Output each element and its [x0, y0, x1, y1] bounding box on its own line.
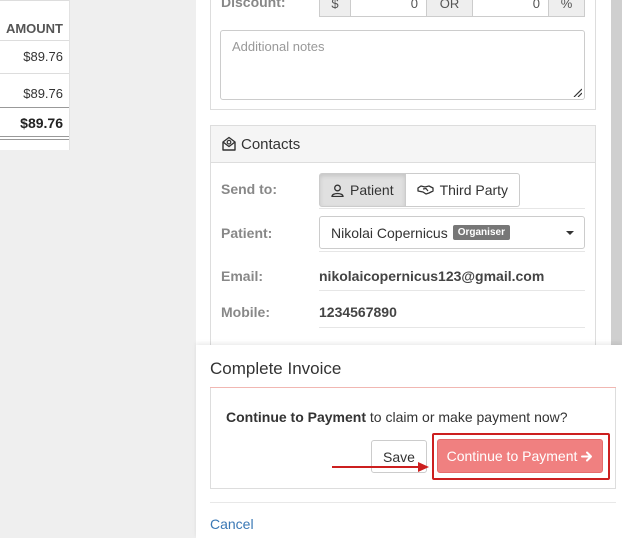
complete-invoice-title: Complete Invoice: [210, 359, 342, 378]
message-emphasis: Continue to Payment: [226, 409, 367, 425]
continue-to-payment-label: Continue to Payment: [446, 448, 578, 464]
email-label: Email:: [221, 268, 264, 284]
envelope-open-icon: [222, 136, 236, 151]
row-divider: [319, 327, 585, 328]
amount-total: $89.76: [20, 115, 63, 131]
discount-label: Discount:: [221, 0, 286, 10]
send-to-toggle: Patient Third Party: [319, 173, 521, 207]
organiser-badge: Organiser: [452, 225, 510, 240]
send-to-label: Send to:: [221, 181, 277, 197]
divider: [0, 73, 69, 74]
scrollbar[interactable]: [611, 0, 622, 345]
discount-percent-input[interactable]: 0: [472, 0, 549, 17]
additional-notes-field[interactable]: Additional notes: [220, 30, 585, 100]
complete-invoice-panel: Complete Invoice Continue to Payment to …: [196, 345, 622, 538]
chevron-down-icon: [566, 231, 574, 235]
notes-placeholder: Additional notes: [232, 39, 325, 54]
contacts-header: Contacts: [211, 126, 595, 163]
percent-addon: %: [548, 0, 585, 17]
annotation-arrow-icon: [332, 462, 429, 472]
or-addon: OR: [426, 0, 473, 17]
divider: [210, 502, 616, 503]
handshake-icon: [416, 185, 434, 195]
complete-invoice-message: Continue to Payment to claim or make pay…: [226, 409, 568, 425]
amount-cell: $89.76: [23, 86, 63, 101]
patient-select[interactable]: Nikolai Copernicus Organiser: [319, 216, 585, 249]
double-underline: [0, 136, 69, 140]
message-text: to claim or make payment now?: [366, 409, 568, 425]
divider: [0, 40, 69, 41]
divider: [0, 0, 69, 1]
contacts-panel: Contacts Send to: Patient Third Party Pa…: [210, 125, 596, 355]
email-value: nikolaicopernicus123@gmail.com: [319, 268, 545, 284]
cancel-link[interactable]: Cancel: [210, 516, 254, 532]
contacts-title: Contacts: [241, 136, 301, 153]
mobile-value: 1234567890: [319, 304, 397, 320]
invoice-amount-table: AMOUNT $89.76 $89.76 $89.76: [0, 0, 70, 150]
continue-to-payment-button[interactable]: Continue to Payment: [437, 439, 603, 473]
mobile-label: Mobile:: [221, 304, 270, 320]
discount-amount-input[interactable]: 0: [350, 0, 427, 17]
divider: [0, 107, 69, 108]
patient-label: Patient:: [221, 225, 273, 241]
patient-option-label: Patient: [350, 182, 394, 198]
arrow-right-icon: [581, 451, 593, 461]
send-to-patient-button[interactable]: Patient: [319, 173, 406, 207]
resize-grip-icon[interactable]: [573, 88, 582, 97]
row-divider: [319, 208, 585, 209]
patient-select-value: Nikolai Copernicus: [331, 224, 448, 241]
send-to-third-party-button[interactable]: Third Party: [405, 173, 521, 207]
row-divider: [319, 251, 585, 252]
user-icon: [331, 184, 344, 197]
third-party-option-label: Third Party: [439, 182, 509, 198]
amount-cell: $89.76: [23, 49, 63, 64]
currency-addon: $: [319, 0, 351, 17]
amount-column-header: AMOUNT: [5, 21, 63, 36]
header-accent-line: [210, 387, 616, 388]
row-divider: [319, 290, 585, 291]
